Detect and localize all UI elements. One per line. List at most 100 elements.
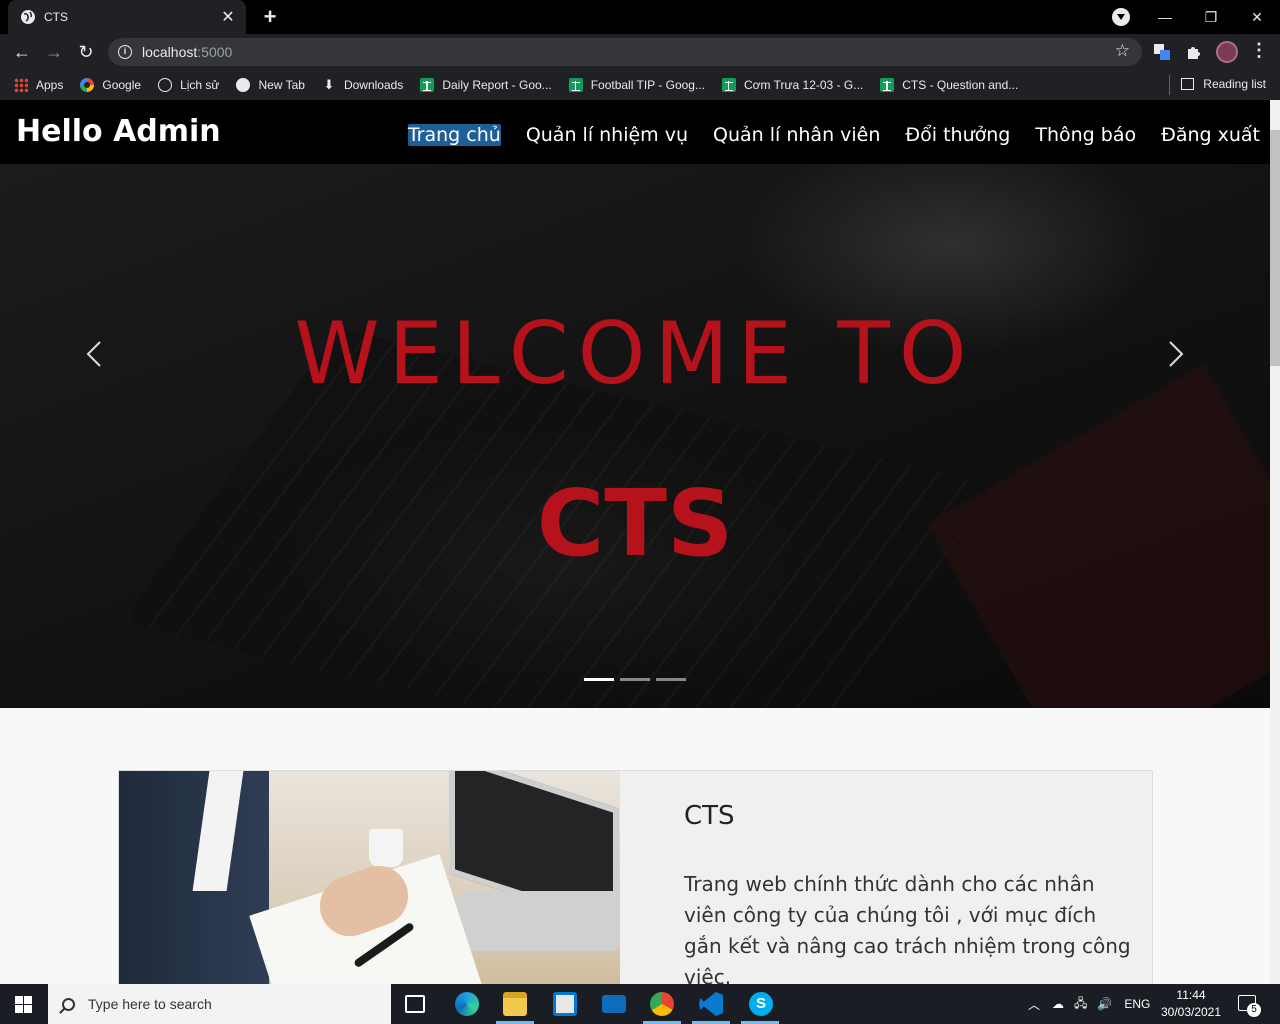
language-indicator[interactable]: ENG — [1124, 997, 1150, 1011]
hero-heading-cts: CTS — [536, 470, 734, 577]
menu-quan-li-nhan-vien[interactable]: Quản lí nhân viên — [713, 124, 880, 146]
menu-doi-thuong[interactable]: Đổi thưởng — [905, 124, 1010, 146]
url-port: :5000 — [197, 44, 233, 60]
google-icon — [80, 78, 95, 92]
browser-toolbar: ← → ↻ i localhost:5000 ☆ — [0, 34, 1280, 70]
mail-icon[interactable] — [602, 995, 626, 1013]
menu-dang-xuat[interactable]: Đăng xuất — [1161, 124, 1260, 146]
carousel-next-button[interactable] — [1160, 339, 1190, 369]
main-menu: Trang chủ Quản lí nhiệm vụ Quản lí nhân … — [383, 124, 1260, 146]
windows-start-icon[interactable] — [15, 996, 32, 1013]
sheets-icon — [420, 78, 435, 92]
edge-browser-icon[interactable] — [455, 992, 479, 1016]
show-hidden-icons[interactable]: ︿ — [1028, 996, 1040, 1013]
bookmark-apps[interactable]: Apps — [14, 78, 63, 92]
sheets-icon — [721, 78, 736, 92]
restore-icon[interactable]: ❐ — [1188, 9, 1234, 26]
address-bar[interactable]: i localhost:5000 ☆ — [108, 38, 1142, 66]
minimize-icon[interactable]: — — [1142, 9, 1188, 25]
bookmark-cts-question[interactable]: CTS - Question and... — [880, 78, 1018, 92]
about-card: CTS Trang web chính thức dành cho các nh… — [118, 770, 1153, 984]
bookmark-downloads[interactable]: ⬇ Downloads — [322, 78, 404, 93]
taskbar-search-box[interactable]: Type here to search — [48, 984, 391, 1024]
close-window-icon[interactable]: ✕ — [1234, 9, 1280, 26]
history-icon — [158, 78, 173, 92]
bookmark-label: Apps — [36, 78, 64, 92]
clock-date: 30/03/2021 — [1160, 1005, 1222, 1019]
menu-trang-chu[interactable]: Trang chủ — [407, 124, 501, 146]
bookmark-label: Google — [102, 78, 142, 92]
bookmark-label: Cơm Trưa 12-03 - G... — [743, 78, 864, 92]
apps-grid-icon — [14, 78, 28, 92]
clock-time: 11:44 — [1176, 988, 1206, 1002]
bookmark-star-icon[interactable]: ☆ — [1115, 41, 1130, 61]
carousel-indicator-1[interactable] — [584, 678, 614, 681]
tab-title: CTS — [44, 10, 68, 24]
chevron-right-icon — [1169, 341, 1184, 367]
carousel-indicators — [584, 678, 692, 681]
close-tab-icon[interactable]: ✕ — [220, 7, 236, 27]
forward-icon[interactable]: → — [42, 40, 66, 64]
reading-list-label: Reading list — [1203, 77, 1266, 91]
bookmark-history[interactable]: Lịch sử — [158, 78, 219, 92]
bookmark-google[interactable]: Google — [80, 78, 141, 92]
browser-tab-strip: CTS ✕ + — ❐ ✕ — [0, 0, 1280, 34]
menu-thong-bao[interactable]: Thông báo — [1035, 124, 1136, 146]
notification-count-badge: 5 — [1247, 1003, 1261, 1017]
chrome-icon[interactable] — [650, 992, 674, 1016]
bookmark-daily-report[interactable]: Daily Report - Goo... — [420, 78, 552, 92]
bookmark-label: Daily Report - Goo... — [442, 78, 552, 92]
reading-list-button[interactable]: Reading list — [1181, 77, 1266, 91]
system-tray: ︿ ☁ 🖧 🔊 ENG — [1028, 984, 1150, 1024]
card-title: CTS — [684, 801, 735, 831]
taskbar-search-placeholder: Type here to search — [88, 996, 212, 1012]
profile-avatar[interactable] — [1216, 41, 1238, 63]
scrollbar-thumb[interactable] — [1270, 130, 1280, 366]
extensions-puzzle-icon[interactable] — [1185, 43, 1203, 61]
windows-taskbar: Type here to search S ︿ ☁ 🖧 🔊 ENG 11:44 … — [0, 984, 1280, 1024]
bookmark-com-trua[interactable]: Cơm Trưa 12-03 - G... — [721, 78, 864, 92]
url-host: localhost — [142, 44, 198, 60]
tab-search-icon[interactable] — [1112, 8, 1130, 26]
card-image-businessman — [119, 771, 620, 984]
translate-extension-icon[interactable] — [1153, 43, 1171, 61]
browser-menu-icon[interactable]: ⋮ — [1250, 40, 1268, 61]
new-tab-button[interactable]: + — [258, 5, 282, 29]
reading-list-icon — [1181, 78, 1195, 90]
web-page: Hello Admin Trang chủ Quản lí nhiệm vụ Q… — [0, 100, 1270, 984]
hero-carousel: WELCOME TO CTS — [0, 164, 1270, 708]
volume-icon[interactable]: 🔊 — [1097, 997, 1112, 1011]
bookmark-football-tip[interactable]: Football TIP - Goog... — [568, 78, 705, 92]
globe-icon — [236, 78, 251, 92]
bookmark-label: CTS - Question and... — [902, 78, 1019, 92]
bookmark-label: New Tab — [258, 78, 305, 92]
carousel-indicator-3[interactable] — [656, 678, 686, 681]
onedrive-icon[interactable]: ☁ — [1052, 997, 1064, 1011]
hero-heading-welcome: WELCOME TO — [294, 304, 976, 404]
card-text: Trang web chính thức dành cho các nhân v… — [684, 872, 1131, 984]
microsoft-store-icon[interactable] — [553, 992, 577, 1016]
skype-icon[interactable]: S — [749, 992, 773, 1016]
site-brand[interactable]: Hello Admin — [16, 114, 221, 149]
bookmark-new-tab[interactable]: New Tab — [236, 78, 305, 92]
card-body: CTS Trang web chính thức dành cho các nh… — [684, 801, 1134, 984]
bookmark-label: Downloads — [343, 78, 404, 92]
chevron-left-icon — [86, 341, 101, 367]
menu-quan-li-nhiem-vu[interactable]: Quản lí nhiệm vụ — [526, 124, 688, 146]
bookmark-label: Football TIP - Goog... — [590, 78, 705, 92]
reload-icon[interactable]: ↻ — [74, 40, 98, 64]
file-explorer-icon[interactable] — [503, 992, 527, 1016]
bookmarks-bar: Apps Google Lịch sử New Tab ⬇ Downloads D… — [0, 70, 1280, 100]
back-icon[interactable]: ← — [10, 40, 34, 64]
carousel-indicator-2[interactable] — [620, 678, 650, 681]
site-info-icon[interactable]: i — [118, 45, 132, 59]
task-view-icon[interactable] — [405, 995, 425, 1013]
carousel-prev-button[interactable] — [80, 339, 110, 369]
browser-tab-cts[interactable]: CTS ✕ — [8, 0, 246, 34]
bookmarks-divider — [1169, 75, 1170, 95]
site-navbar: Hello Admin Trang chủ Quản lí nhiệm vụ Q… — [0, 100, 1270, 164]
vscode-icon[interactable] — [699, 992, 723, 1016]
network-icon[interactable]: 🖧 — [1074, 994, 1087, 1015]
taskbar-clock[interactable]: 11:44 30/03/2021 — [1160, 987, 1222, 1021]
search-icon — [62, 997, 75, 1011]
